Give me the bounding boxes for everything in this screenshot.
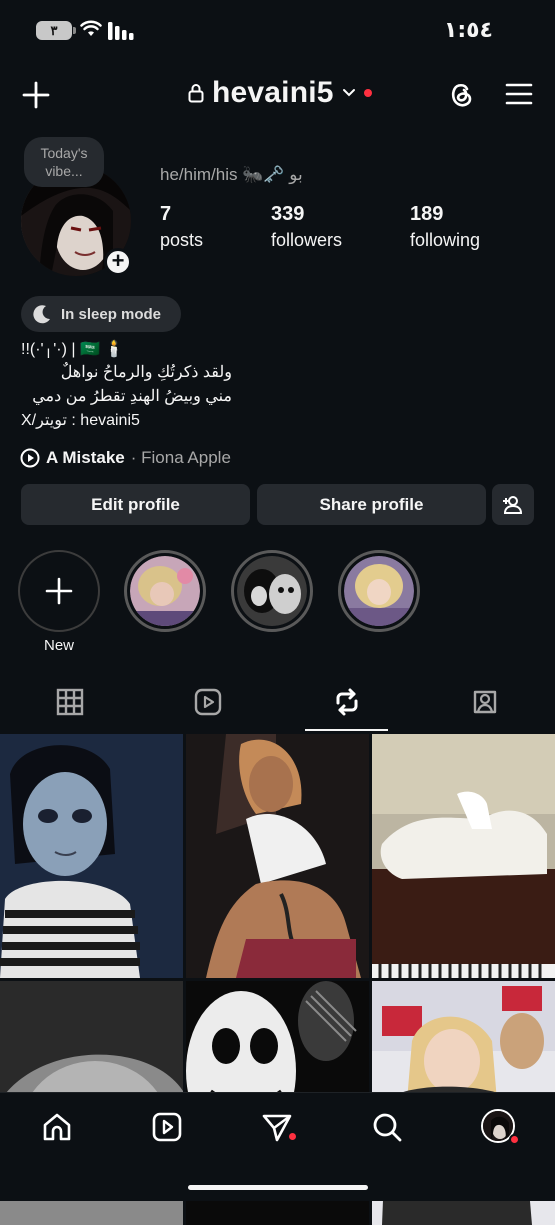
stat-following[interactable]: 189 following: [410, 203, 480, 251]
profile-music[interactable]: A Mistake · Fiona Apple: [20, 448, 231, 468]
stat-followers-number: 339: [271, 203, 305, 225]
direct-messages-icon[interactable]: [261, 1111, 293, 1143]
grid-post-1-image: [0, 734, 183, 978]
song-artist: · Fiona Apple: [130, 448, 231, 467]
stat-followers[interactable]: 339 followers: [271, 203, 342, 251]
tab-posts-grid-icon[interactable]: [55, 687, 85, 717]
search-icon[interactable]: [371, 1111, 403, 1143]
chevron-down-icon: [342, 89, 355, 97]
grid-post-2-image: [186, 734, 369, 978]
account-notification-dot: [363, 89, 372, 97]
username: hevaini5: [212, 76, 334, 109]
battery-indicator: ٣: [36, 21, 76, 40]
clock: ١:٥٤: [443, 18, 493, 43]
bottom-navigation: [0, 1092, 555, 1201]
edit-profile-button[interactable]: Edit profile: [21, 484, 250, 525]
reels-icon[interactable]: [151, 1111, 183, 1143]
stat-posts-label: posts: [160, 230, 204, 250]
play-circle-icon: [20, 448, 40, 468]
active-tab-indicator: [305, 729, 388, 731]
wifi-icon: [80, 20, 102, 36]
bio-line-4[interactable]: X/تويتر : hevaini5: [21, 410, 140, 431]
stat-following-label: following: [410, 230, 481, 250]
threads-icon[interactable]: [446, 80, 476, 110]
share-profile-button[interactable]: Share profile: [257, 484, 486, 525]
stat-posts-number: 7: [160, 203, 172, 225]
new-highlight-button[interactable]: [18, 550, 100, 632]
content-tabs: [0, 677, 555, 733]
highlight-1-cover: [130, 556, 200, 626]
stat-following-number: 189: [410, 203, 444, 225]
highlight-2[interactable]: [231, 550, 313, 632]
bio-line-1: !!(·'╷'·) | 🇸🇦 🕯️: [21, 341, 125, 358]
new-highlight-label: New: [43, 637, 74, 654]
status-bar: ٣ ١:٥٤: [0, 0, 555, 60]
sleep-mode-badge[interactable]: In sleep mode: [21, 296, 181, 332]
plus-icon: [45, 577, 73, 605]
signal-icon: [108, 22, 134, 40]
profile-notification-dot: [509, 1134, 520, 1145]
note-bubble[interactable]: Today's vibe...: [24, 137, 104, 187]
stat-followers-label: followers: [271, 230, 343, 250]
bio-line-3: مني وبيضُ الهندِ تقطرُ من دمي: [32, 388, 232, 405]
home-indicator: [188, 1185, 368, 1190]
create-plus-icon[interactable]: [22, 81, 50, 109]
add-person-icon: [503, 495, 523, 514]
sleep-mode-label: In sleep mode: [61, 305, 162, 323]
pronouns: he/him/his 🐜🗝️ بو: [160, 165, 303, 184]
highlight-1[interactable]: [124, 550, 206, 632]
lock-icon: [188, 84, 204, 103]
tab-reels-icon[interactable]: [193, 687, 223, 717]
moon-icon: [33, 305, 50, 324]
account-switcher[interactable]: hevaini5: [188, 76, 372, 110]
tab-reposts-icon[interactable]: [332, 687, 362, 717]
stat-posts[interactable]: 7 posts: [160, 203, 203, 251]
grid-post-2[interactable]: [186, 734, 369, 978]
tab-tagged-icon[interactable]: [470, 687, 500, 717]
grid-post-1[interactable]: [0, 734, 183, 978]
highlight-3[interactable]: [338, 550, 420, 632]
discover-people-button[interactable]: [492, 484, 534, 525]
add-story-badge[interactable]: +: [104, 248, 132, 276]
highlight-3-cover: [344, 556, 414, 626]
song-title: A Mistake: [46, 448, 125, 467]
messages-notification-dot: [289, 1133, 296, 1140]
profile-header: hevaini5: [0, 70, 555, 120]
home-icon[interactable]: [41, 1111, 73, 1143]
grid-post-3[interactable]: [372, 734, 555, 978]
menu-icon[interactable]: [505, 82, 533, 106]
highlight-2-cover: [237, 556, 307, 626]
grid-post-3-image: [372, 734, 555, 978]
bio-line-2: ولقد ذكرتُكِ والرماحُ نواهلٌ: [60, 364, 232, 381]
